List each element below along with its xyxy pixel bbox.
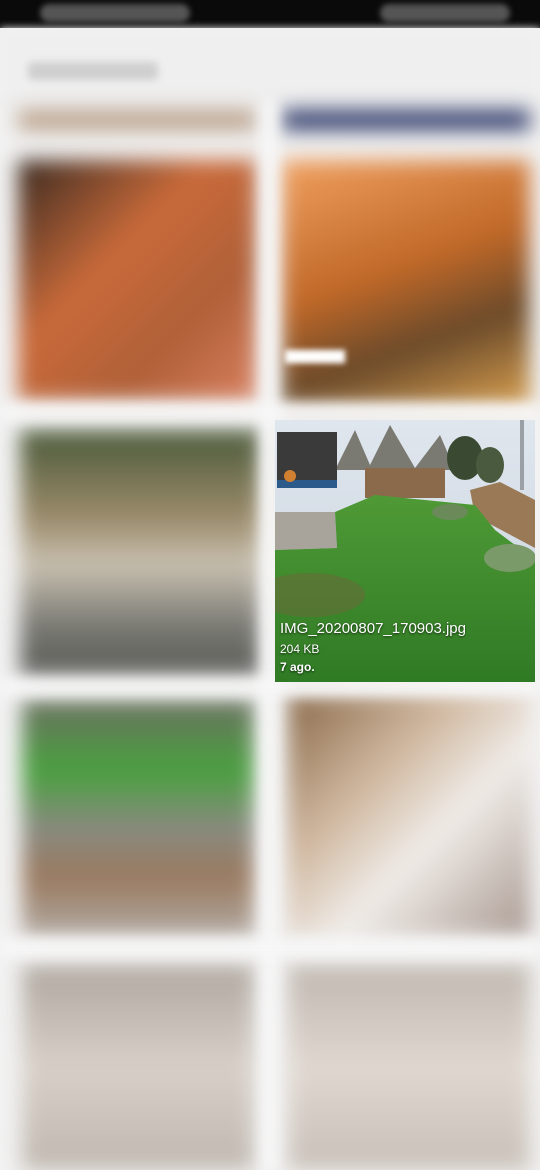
- app-bar-title-blurred: [28, 62, 158, 80]
- thumbnail-tile[interactable]: [22, 965, 254, 1170]
- focused-photo-card[interactable]: IMG_20200807_170903.jpg 204 KB 7 ago.: [275, 420, 535, 682]
- app-bar: [0, 28, 540, 108]
- thumbnail-tile[interactable]: [288, 965, 530, 1170]
- thumbnail-strip: [282, 110, 530, 130]
- thumbnail-tile[interactable]: [22, 700, 254, 935]
- thumbnail-tile[interactable]: [288, 695, 530, 935]
- thumbnail-strip: [18, 110, 256, 130]
- thumbnail-tile[interactable]: [282, 160, 530, 405]
- grid-divider-horizontal: [0, 940, 540, 956]
- status-icons-blurred: [380, 4, 510, 22]
- grid-divider-horizontal: [0, 680, 540, 694]
- grid-divider-vertical: [262, 100, 276, 1170]
- grid-divider-horizontal: [0, 405, 540, 419]
- file-size: 204 KB: [280, 642, 320, 656]
- blurred-caption: ▇▇▇▇▇▇: [285, 348, 345, 363]
- thumbnail-tile[interactable]: [18, 160, 256, 400]
- status-time-blurred: [40, 4, 190, 22]
- file-age: 7 ago.: [280, 660, 315, 674]
- file-name: IMG_20200807_170903.jpg: [280, 620, 466, 637]
- status-bar: [0, 0, 540, 28]
- thumbnail-tile[interactable]: [20, 430, 260, 675]
